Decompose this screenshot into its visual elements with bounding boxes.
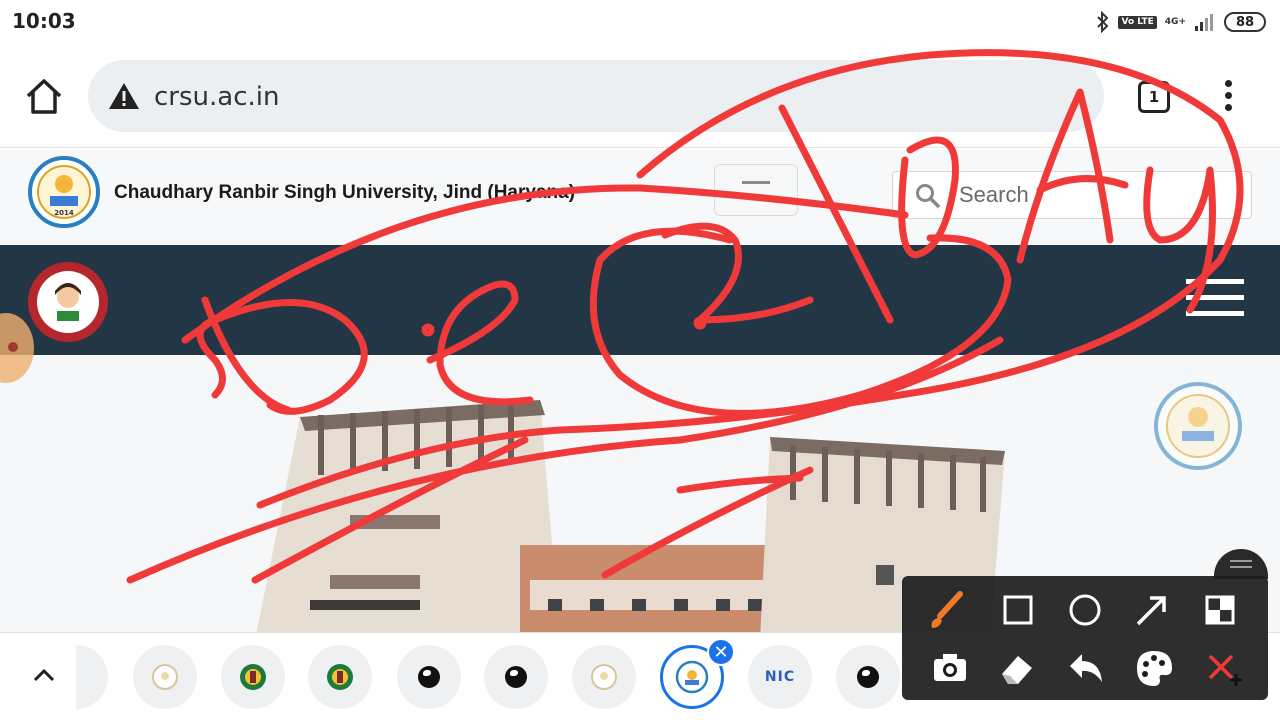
globe-icon — [857, 666, 879, 688]
home-button[interactable] — [22, 76, 66, 116]
rectangle-icon[interactable] — [996, 588, 1040, 632]
site-search-box[interactable] — [892, 171, 1252, 219]
warning-triangle-icon[interactable] — [108, 82, 140, 110]
signal-icon — [1195, 14, 1213, 31]
university-logo-icon — [675, 660, 709, 694]
university-logo-icon — [152, 664, 178, 690]
eraser-icon[interactable] — [996, 646, 1040, 690]
tab-thumb-9[interactable]: NIC — [748, 645, 812, 709]
tab-thumb-10[interactable] — [836, 645, 900, 709]
bluetooth-icon — [1097, 11, 1109, 33]
emblem-icon — [240, 664, 266, 690]
globe-icon — [505, 666, 527, 688]
search-input[interactable] — [959, 178, 1239, 212]
site-menu-toggle[interactable] — [714, 164, 798, 216]
close-tab-icon[interactable]: ✕ — [707, 638, 735, 666]
arrow-icon[interactable] — [1130, 588, 1174, 632]
browser-toolbar: crsu.ac.in 1 — [0, 44, 1280, 148]
site-header: 2014 Chaudhary Ranbir Singh University, … — [0, 150, 1280, 245]
logo-year: 2014 — [54, 209, 74, 217]
site-nav-band — [0, 245, 1280, 355]
address-bar[interactable]: crsu.ac.in — [88, 60, 1104, 132]
volte-badge: Vo LTE — [1118, 15, 1157, 29]
beti-bachao-logo[interactable] — [27, 261, 109, 343]
home-icon — [26, 79, 62, 114]
kebab-menu-icon[interactable] — [1216, 80, 1240, 114]
nav-hamburger-icon[interactable] — [1186, 279, 1244, 319]
network-type: 4G+ — [1164, 16, 1186, 27]
tab-switcher-button[interactable]: 1 — [1138, 81, 1170, 113]
status-bar: 10:03 Vo LTE 4G+ 88 — [0, 0, 1280, 44]
circle-icon[interactable] — [1063, 588, 1107, 632]
tab-thumb-3[interactable] — [221, 645, 285, 709]
emblem-icon — [327, 664, 353, 690]
blur-icon[interactable] — [1198, 588, 1242, 632]
url-text[interactable]: crsu.ac.in — [154, 82, 279, 112]
tab-thumb-7[interactable] — [572, 645, 636, 709]
chevron-up-icon[interactable] — [30, 663, 58, 687]
camera-icon[interactable] — [928, 646, 972, 690]
tab-thumb-6[interactable] — [484, 645, 548, 709]
drawing-toolbar — [902, 576, 1268, 700]
status-icons: Vo LTE 4G+ 88 — [1096, 10, 1266, 34]
battery-indicator: 88 — [1224, 12, 1266, 32]
globe-icon — [418, 666, 440, 688]
university-logo-icon — [591, 664, 617, 690]
screen: 10:03 Vo LTE 4G+ 88 crsu.ac.in 1 2014 Ch… — [0, 0, 1280, 720]
status-time: 10:03 — [12, 9, 76, 33]
university-logo[interactable]: 2014 — [28, 154, 100, 232]
undo-icon[interactable] — [1064, 646, 1108, 690]
tab-thumb-5[interactable] — [397, 645, 461, 709]
university-watermark-logo — [1154, 382, 1242, 470]
palette-icon[interactable] — [1132, 646, 1176, 690]
close-icon[interactable] — [1200, 646, 1244, 690]
search-icon[interactable] — [915, 183, 941, 209]
nic-icon: NIC — [764, 669, 796, 685]
tab-thumb-2[interactable] — [133, 645, 197, 709]
brush-icon[interactable] — [924, 588, 968, 632]
university-name[interactable]: Chaudhary Ranbir Singh University, Jind … — [114, 182, 575, 204]
tab-thumb-active[interactable]: ✕ — [660, 638, 735, 709]
tab-thumb-4[interactable] — [308, 645, 372, 709]
